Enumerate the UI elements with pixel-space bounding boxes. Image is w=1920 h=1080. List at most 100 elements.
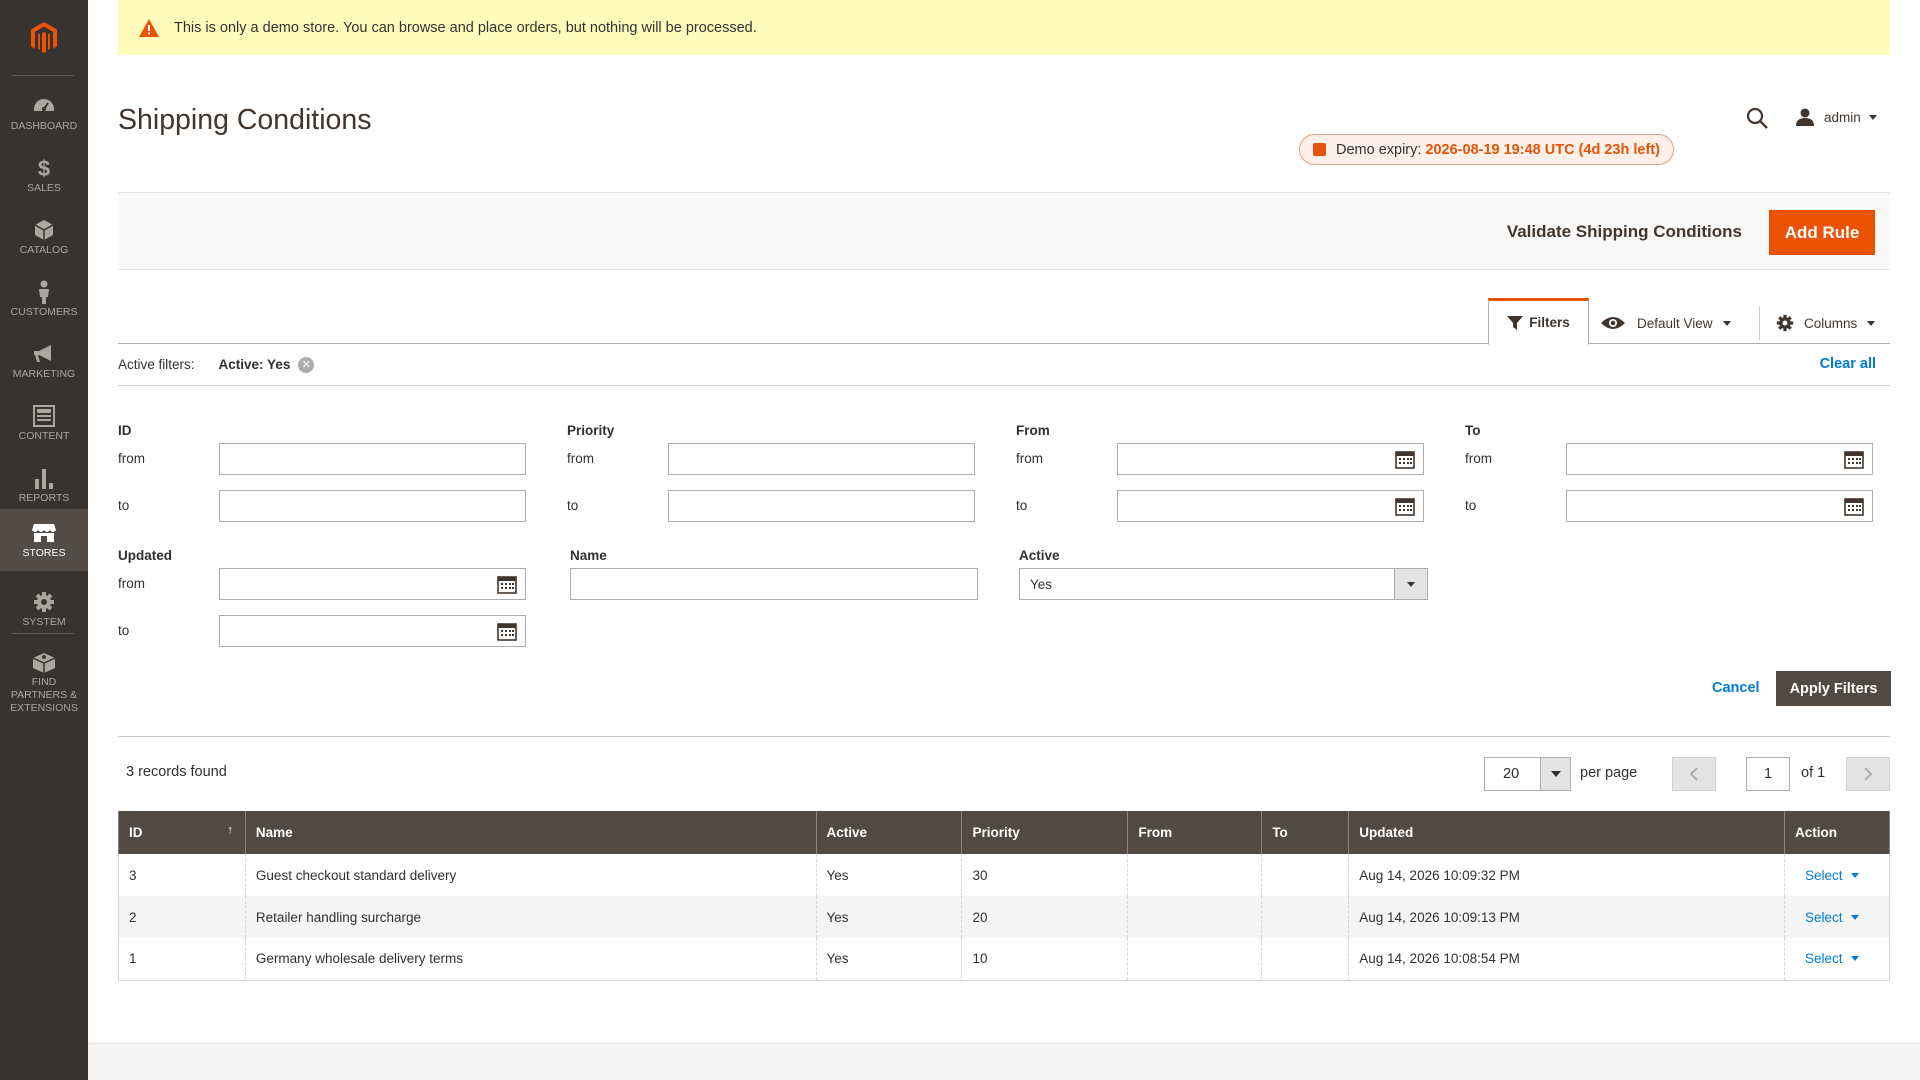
- column-header-name[interactable]: Name: [244, 811, 817, 854]
- filter-icon: [1507, 315, 1524, 330]
- column-header-updated[interactable]: Updated: [1348, 811, 1785, 854]
- chevron-down-icon: [1850, 914, 1859, 920]
- default-view-dropdown[interactable]: Default View: [1601, 306, 1731, 340]
- chevron-right-icon: [1864, 767, 1873, 781]
- previous-page-button[interactable]: [1672, 757, 1716, 791]
- calendar-icon[interactable]: [1844, 450, 1864, 474]
- nav-reports[interactable]: REPORTS: [0, 454, 88, 516]
- filter-priority-label: Priority: [567, 423, 615, 438]
- nav-customers-label: CUSTOMERS: [10, 306, 78, 318]
- nav-marketing[interactable]: MARKETING: [0, 330, 88, 392]
- cell-priority: 10: [961, 938, 1128, 981]
- filter-to-date-to-input[interactable]: [1566, 490, 1873, 522]
- cell-id: 2: [118, 896, 246, 938]
- filter-priority-from-label: from: [567, 451, 594, 466]
- filter-to-date-label: To: [1465, 423, 1481, 438]
- chevron-down-icon: [1868, 114, 1877, 120]
- nav-catalog[interactable]: CATALOG: [0, 206, 88, 268]
- filter-updated-to-input[interactable]: [219, 615, 526, 647]
- filter-from-date-label: From: [1016, 423, 1050, 438]
- filter-id-from-input[interactable]: [219, 443, 526, 475]
- calendar-icon[interactable]: [1395, 450, 1415, 474]
- nav-sales[interactable]: $ SALES: [0, 144, 88, 206]
- filters-button[interactable]: Filters: [1488, 298, 1589, 345]
- filter-to-date-from-label: from: [1465, 451, 1492, 466]
- nav-customers[interactable]: CUSTOMERS: [0, 268, 88, 330]
- sort-ascending-icon: ↑: [227, 824, 233, 836]
- clear-all-filters-link[interactable]: Clear all: [1820, 356, 1876, 372]
- admin-sidebar: DASHBOARD $ SALES CATALOG CUSTOMERS MARK…: [0, 0, 88, 1080]
- filters-label: Filters: [1529, 315, 1570, 330]
- demo-notice-banner: This is only a demo store. You can brows…: [118, 0, 1890, 55]
- gear-icon: [1776, 314, 1794, 332]
- column-header-to[interactable]: To: [1261, 811, 1350, 854]
- per-page-select[interactable]: 20: [1484, 757, 1571, 791]
- column-header-from[interactable]: From: [1127, 811, 1263, 854]
- nav-reports-label: REPORTS: [18, 492, 70, 504]
- chevron-down-icon: [1540, 758, 1570, 790]
- columns-dropdown[interactable]: Columns: [1776, 306, 1876, 340]
- chevron-down-icon: [1722, 320, 1731, 326]
- magento-logo[interactable]: [0, 0, 88, 76]
- filter-id-to-label: to: [118, 498, 130, 513]
- column-header-id[interactable]: ID ↑: [118, 811, 246, 854]
- cell-name: Retailer handling surcharge: [244, 896, 817, 938]
- row-action-select[interactable]: Select: [1805, 910, 1859, 925]
- filter-priority-from-input[interactable]: [668, 443, 975, 475]
- table-row[interactable]: 3 Guest checkout standard delivery Yes 3…: [118, 854, 1891, 896]
- search-icon[interactable]: [1745, 106, 1769, 135]
- cancel-filters-button[interactable]: Cancel: [1712, 680, 1760, 696]
- apply-filters-button[interactable]: Apply Filters: [1776, 671, 1891, 706]
- nav-system[interactable]: SYSTEM: [0, 578, 88, 640]
- filter-from-date-to-input[interactable]: [1117, 490, 1424, 522]
- filter-updated-label: Updated: [118, 548, 172, 563]
- records-found-count: 3 records found: [126, 764, 227, 780]
- table-row[interactable]: 1 Germany wholesale delivery terms Yes 1…: [118, 938, 1891, 981]
- filter-id-to-input[interactable]: [219, 490, 526, 522]
- dollar-icon: $: [37, 155, 51, 181]
- admin-user-menu[interactable]: admin: [1796, 108, 1877, 126]
- cell-updated: Aug 14, 2026 10:08:54 PM: [1348, 938, 1785, 981]
- validate-shipping-conditions-button[interactable]: Validate Shipping Conditions: [1507, 211, 1742, 253]
- nav-content[interactable]: CONTENT: [0, 392, 88, 454]
- filter-from-date-to-label: to: [1016, 498, 1028, 513]
- page-number-input[interactable]: 1: [1746, 757, 1790, 791]
- page-footer: [88, 1043, 1920, 1080]
- nav-sales-label: SALES: [27, 182, 61, 194]
- column-header-action: Action: [1783, 811, 1891, 854]
- chevron-down-icon: [1850, 956, 1859, 962]
- calendar-icon[interactable]: [497, 575, 517, 599]
- filter-priority-to-input[interactable]: [668, 490, 975, 522]
- remove-filter-icon[interactable]: ✕: [298, 356, 315, 373]
- row-action-select[interactable]: Select: [1805, 951, 1859, 966]
- demo-expiry-badge: Demo expiry: 2026-08-19 19:48 UTC (4d 23…: [1299, 134, 1674, 165]
- page-title: Shipping Conditions: [118, 104, 372, 136]
- column-header-priority[interactable]: Priority: [961, 811, 1129, 854]
- megaphone-icon: [32, 342, 56, 366]
- row-action-select[interactable]: Select: [1805, 868, 1859, 883]
- cell-to: [1261, 854, 1349, 896]
- nav-stores[interactable]: STORES: [0, 509, 88, 571]
- person-icon: [37, 280, 51, 304]
- next-page-button[interactable]: [1846, 757, 1890, 791]
- cell-updated: Aug 14, 2026 10:09:32 PM: [1348, 854, 1785, 896]
- calendar-icon[interactable]: [497, 622, 517, 646]
- filter-to-date-from-input[interactable]: [1566, 443, 1873, 475]
- filter-from-date-from-input[interactable]: [1117, 443, 1424, 475]
- nav-find-partners[interactable]: FIND PARTNERS & EXTENSIONS: [0, 640, 88, 714]
- eye-icon: [1601, 317, 1625, 329]
- grid-toolbar: Filters Default View Columns: [118, 296, 1890, 345]
- default-view-label: Default View: [1637, 315, 1713, 331]
- filter-updated-from-input[interactable]: [219, 568, 526, 600]
- filter-active-select[interactable]: Yes: [1019, 568, 1428, 600]
- column-header-active[interactable]: Active: [815, 811, 963, 854]
- filter-id-from-label: from: [118, 451, 145, 466]
- shipping-conditions-grid: ID ↑ Name Active Priority From To Updated…: [118, 811, 1891, 981]
- filter-updated-to-label: to: [118, 623, 130, 638]
- filter-name-input[interactable]: [570, 568, 978, 600]
- nav-dashboard[interactable]: DASHBOARD: [0, 82, 88, 144]
- calendar-icon[interactable]: [1844, 497, 1864, 521]
- calendar-icon[interactable]: [1395, 497, 1415, 521]
- table-row[interactable]: 2 Retailer handling surcharge Yes 20 Aug…: [118, 896, 1891, 938]
- add-rule-button[interactable]: Add Rule: [1769, 210, 1875, 255]
